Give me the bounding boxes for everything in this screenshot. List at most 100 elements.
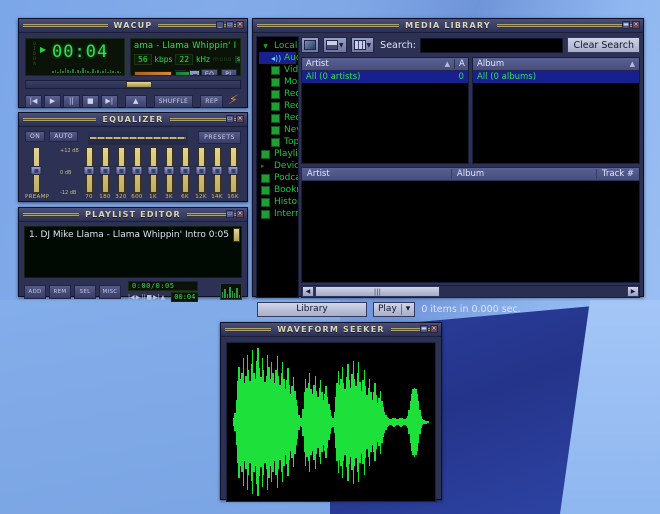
eq-toggle-button[interactable]: EQ [201, 69, 218, 76]
playlist-toggle-button[interactable]: PL [221, 69, 237, 76]
mini-pause-icon[interactable]: || [141, 294, 145, 301]
library-tree[interactable]: ▼Local Library◂))AudioVideoMost PlayedRe… [256, 36, 299, 298]
eq-preamp-knob[interactable] [31, 166, 42, 175]
artist-pane-header[interactable]: Artist ▲ A [302, 58, 468, 71]
player-window-buttons[interactable]: _ ▭ × [216, 21, 244, 29]
playlist-select-button[interactable]: SEL [74, 285, 96, 299]
eq-band-6K[interactable]: 6K [177, 147, 193, 200]
library-tree-item-most-played[interactable]: Most Played [259, 76, 296, 88]
play-dropdown-button[interactable]: Play ▾ [373, 302, 415, 317]
waveform-shade-button[interactable]: ▬ [420, 325, 428, 333]
player-titlebar[interactable]: WACUP _ ▭ × [19, 19, 247, 33]
artist-sort-icon[interactable]: ▲ [441, 60, 454, 68]
eq-band-track[interactable] [182, 147, 189, 193]
playlist-scrollbar-thumb[interactable] [233, 228, 240, 242]
eject-button[interactable]: ▲ [125, 95, 147, 108]
waveform-canvas[interactable] [226, 342, 436, 502]
library-tree-item-never-played[interactable]: Never Played [259, 124, 296, 136]
library-tree-item-bookmarks[interactable]: Bookmarks [259, 184, 296, 196]
eq-band-knob[interactable] [212, 166, 223, 175]
album-pane-header[interactable]: Album ▲ [473, 58, 639, 71]
artist-row-all[interactable]: All (0 artists) 0 [302, 71, 468, 83]
playlist-close-button[interactable]: × [236, 210, 244, 218]
album-row-all[interactable]: All (0 albums) [473, 71, 639, 83]
scroll-thumb[interactable]: ||| [315, 286, 440, 297]
library-toolbar[interactable]: ▼ ▼ Search: Clear Search [301, 36, 640, 54]
eq-band-track[interactable] [102, 147, 109, 193]
mini-previous-icon[interactable]: |◀ [128, 294, 135, 301]
eq-band-knob[interactable] [180, 166, 191, 175]
stop-button[interactable]: ■ [82, 95, 99, 108]
mini-eject-icon[interactable]: ▲ [161, 294, 166, 301]
library-tree-item-internet-radio[interactable]: Internet Radio [259, 208, 296, 220]
playlist-titlebar[interactable]: PLAYLIST EDITOR ▭ × [19, 208, 247, 222]
playlist-visualizer[interactable] [220, 283, 242, 300]
eq-band-track[interactable] [230, 147, 237, 193]
equalizer-close-button[interactable]: × [236, 115, 244, 123]
next-button[interactable]: ▶| [101, 95, 118, 108]
chevron-down-icon[interactable]: ▼ [367, 42, 372, 49]
eq-band-14K[interactable]: 14K [209, 147, 225, 200]
track-list-hscrollbar[interactable]: ◀ ||| ▶ [301, 285, 640, 298]
artist-pane-rows[interactable]: All (0 artists) 0 [302, 71, 468, 163]
player-window[interactable]: WACUP _ ▭ × OIDUA ▶ 00:04 ama - Llama W [18, 18, 248, 108]
eq-band-12K[interactable]: 12K [193, 147, 209, 200]
eq-band-preamp[interactable]: PREAMP [25, 147, 47, 200]
play-button[interactable]: ▶ [44, 95, 61, 108]
album-sort-icon[interactable]: ▲ [626, 60, 639, 68]
album-pane-rows[interactable]: All (0 albums) [473, 71, 639, 163]
media-library-window-buttons[interactable]: ▬ × [622, 21, 640, 29]
eq-band-track[interactable] [198, 147, 205, 193]
eq-band-180[interactable]: 180 [97, 147, 113, 200]
split-view-button[interactable]: ▼ [323, 37, 347, 53]
equalizer-window-buttons[interactable]: ▭ × [226, 115, 244, 123]
playlist-shade-button[interactable]: ▭ [226, 210, 234, 218]
spectrum-visualizer[interactable] [52, 63, 121, 73]
track-title[interactable]: ama - Llama Whippin' Intro (0:05 [134, 41, 237, 51]
library-tree-item-audio[interactable]: ◂))Audio [259, 52, 296, 64]
library-tree-item-recently-modified[interactable]: Recently Modified [259, 100, 296, 112]
media-library-titlebar[interactable]: MEDIA LIBRARY ▬ × [253, 19, 643, 33]
eq-band-knob[interactable] [228, 166, 239, 175]
eq-auto-button[interactable]: AUTO [49, 131, 78, 142]
waveform-bars[interactable] [233, 343, 429, 501]
eq-band-track[interactable] [150, 147, 157, 193]
balance-slider[interactable] [175, 71, 198, 77]
waveform-seeker-window[interactable]: WAVEFORM SEEKER ▬ × [220, 322, 442, 500]
eq-on-button[interactable]: ON [25, 131, 45, 142]
seek-bar[interactable] [25, 80, 241, 89]
library-tree-item-playlists[interactable]: Playlists [259, 148, 296, 160]
artist-count-column-header[interactable]: A [454, 59, 468, 69]
scroll-left-arrow-icon[interactable]: ◀ [302, 286, 314, 297]
winamp-lightning-icon[interactable]: ⚡ [224, 94, 243, 108]
equalizer-shade-button[interactable]: ▭ [226, 115, 234, 123]
album-art-view-button[interactable] [301, 37, 319, 53]
playlist-add-button[interactable]: ADD [24, 285, 46, 299]
eq-band-track[interactable] [118, 147, 125, 193]
eq-band-knob[interactable] [196, 166, 207, 175]
eq-band-320[interactable]: 320 [113, 147, 129, 200]
clear-search-button[interactable]: Clear Search [567, 37, 640, 53]
mini-next-icon[interactable]: ▶| [153, 294, 160, 301]
library-tree-item-devices[interactable]: ▸Devices [259, 160, 296, 172]
volume-slider[interactable] [134, 71, 172, 77]
eq-band-track[interactable] [214, 147, 221, 193]
playlist-mini-transport[interactable]: |◀ ▶ || ■ ▶| ▲ 00:04 [128, 292, 198, 302]
artist-pane[interactable]: Artist ▲ A All (0 artists) 0 [301, 57, 469, 164]
eq-band-knob[interactable] [84, 166, 95, 175]
pause-button[interactable]: || [63, 95, 80, 108]
eq-band-16K[interactable]: 16K [225, 147, 241, 200]
eq-band-track[interactable] [166, 147, 173, 193]
player-shade-button[interactable]: ▭ [226, 21, 234, 29]
previous-button[interactable]: |◀ [25, 95, 42, 108]
eq-band-600[interactable]: 600 [129, 147, 145, 200]
eq-band-knob[interactable] [148, 166, 159, 175]
library-tree-item-recently-played[interactable]: Recently Played [259, 112, 296, 124]
album-pane[interactable]: Album ▲ All (0 albums) [472, 57, 640, 164]
track-list-header[interactable]: Artist Album Track # [301, 167, 640, 181]
column-view-button[interactable]: ▼ [351, 37, 375, 53]
eq-band-track[interactable] [134, 147, 141, 193]
elapsed-time[interactable]: 00:04 [52, 42, 108, 62]
eq-band-3K[interactable]: 3K [161, 147, 177, 200]
playlist-window[interactable]: PLAYLIST EDITOR ▭ × 1. DJ Mike Llama - L… [18, 207, 248, 297]
